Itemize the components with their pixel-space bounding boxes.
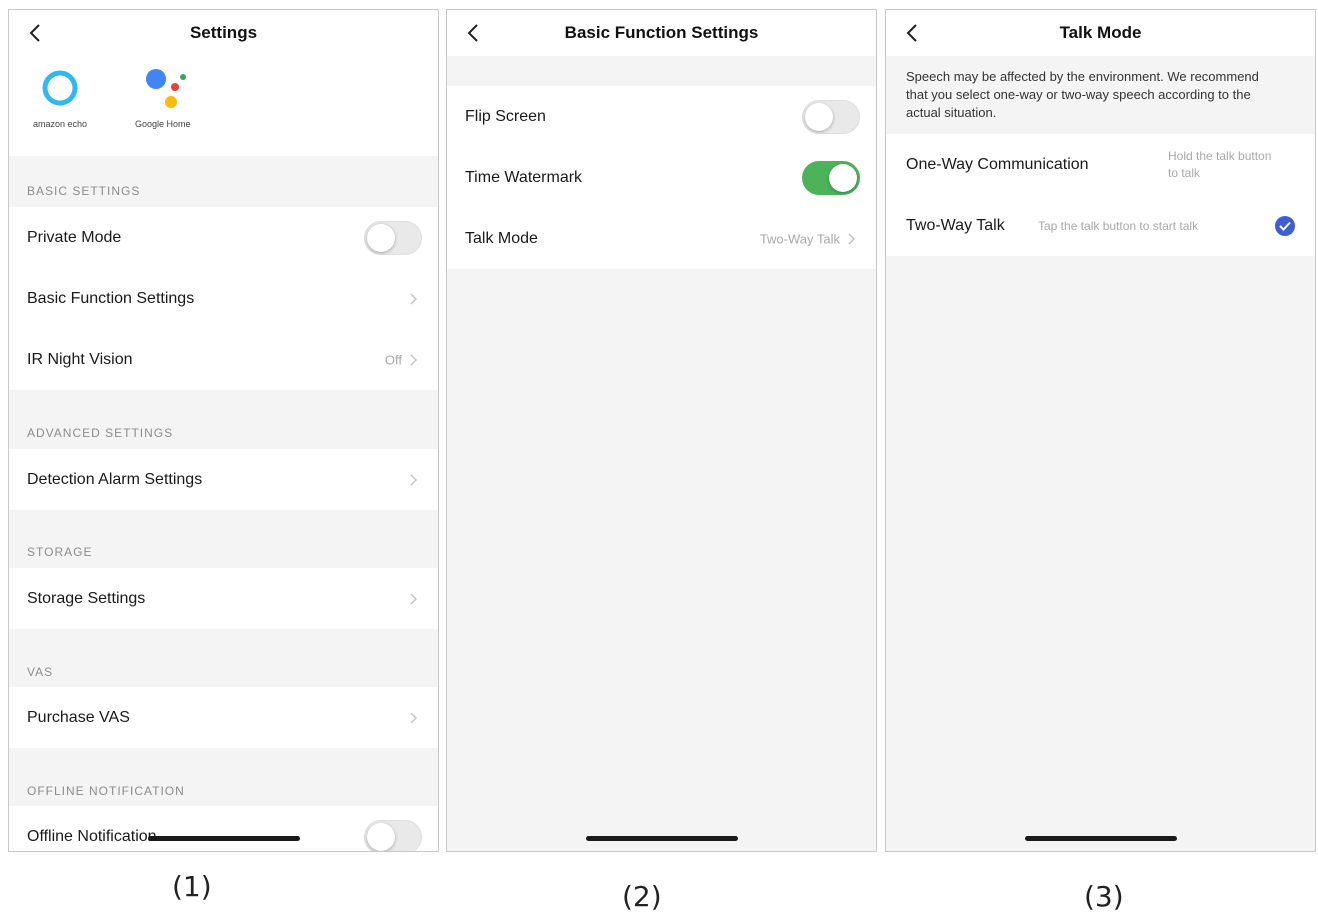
private-mode-label: Private Mode	[27, 228, 122, 246]
voice-assistant-logos: amazon echo Google Home	[9, 56, 438, 156]
basic-function-group: Flip Screen Time Watermark Talk Mode Two…	[447, 86, 876, 269]
private-mode-row: Private Mode	[9, 207, 438, 268]
toggle-knob	[805, 102, 833, 131]
section-advanced-settings: ADVANCED SETTINGS	[27, 426, 174, 440]
nav-bar: Talk Mode	[886, 10, 1315, 56]
two-way-hint: Tap the talk button to start talk	[1038, 218, 1199, 233]
section-storage: STORAGE	[27, 545, 93, 559]
ir-night-vision-label: IR Night Vision	[27, 350, 133, 368]
page-title: Basic Function Settings	[564, 23, 759, 42]
purchase-vas-row[interactable]: Purchase VAS	[9, 687, 438, 748]
checkmark-icon	[1275, 215, 1295, 236]
offline-notification-label: Offline Notification	[27, 827, 157, 845]
offline-notification-toggle[interactable]	[364, 819, 422, 851]
offline-notification-group: Offline Notification	[9, 806, 438, 851]
basic-function-settings-row[interactable]: Basic Function Settings	[9, 268, 438, 329]
talk-mode-value: Two-Way Talk	[759, 231, 840, 246]
section-basic-settings: BASIC SETTINGS	[27, 184, 141, 198]
time-watermark-label: Time Watermark	[465, 168, 583, 186]
toggle-knob	[829, 163, 857, 192]
page-title: Settings	[189, 23, 258, 42]
basic-function-settings-label: Basic Function Settings	[27, 289, 195, 307]
chevron-right-icon	[408, 711, 418, 725]
two-way-talk-label: Two-Way Talk	[906, 216, 1005, 234]
talk-mode-screen: Talk Mode Speech may be affected by the …	[885, 9, 1316, 852]
google-caption: Google Home	[135, 119, 191, 129]
talk-mode-options: One-Way Communication Hold the talk butt…	[886, 134, 1315, 256]
chevron-right-icon	[408, 592, 418, 606]
detection-alarm-settings-row[interactable]: Detection Alarm Settings	[9, 449, 438, 510]
storage-group: Storage Settings	[9, 568, 438, 629]
toggle-knob	[367, 223, 395, 252]
offline-notification-row: Offline Notification	[9, 806, 438, 851]
one-way-communication-option[interactable]: One-Way Communication Hold the talk butt…	[886, 134, 1315, 195]
talk-mode-notice: Speech may be affected by the environmen…	[906, 69, 1259, 120]
ir-night-vision-value: Off	[384, 352, 402, 367]
time-watermark-toggle[interactable]	[802, 160, 860, 195]
alexa-caption: amazon echo	[33, 119, 88, 129]
talk-mode-row[interactable]: Talk Mode Two-Way Talk	[447, 208, 876, 269]
alexa-logo[interactable]: amazon echo	[33, 66, 87, 129]
talk-mode-label: Talk Mode	[465, 229, 538, 247]
caption-1: (1)	[172, 870, 212, 903]
page-title: Talk Mode	[1059, 23, 1142, 42]
chevron-right-icon	[846, 232, 856, 246]
basic-settings-group: Private Mode Basic Function Settings IR …	[9, 207, 438, 390]
flip-screen-toggle[interactable]	[802, 99, 860, 134]
two-way-talk-option[interactable]: Two-Way Talk Tap the talk button to star…	[886, 195, 1315, 256]
nav-bar: Settings	[9, 10, 438, 56]
one-way-hint: Hold the talk button to talk	[1168, 149, 1272, 180]
toggle-knob	[367, 822, 395, 851]
one-way-communication-label: One-Way Communication	[906, 155, 1089, 173]
google-home-logo[interactable]: Google Home	[135, 66, 191, 129]
chevron-right-icon	[408, 353, 418, 367]
private-mode-toggle[interactable]	[364, 220, 422, 255]
settings-screen: Settings amazon echo Google Home BASIC S…	[8, 9, 439, 852]
time-watermark-row: Time Watermark	[447, 147, 876, 208]
caption-2: (2)	[622, 880, 662, 913]
advanced-settings-group: Detection Alarm Settings	[9, 449, 438, 510]
flip-screen-label: Flip Screen	[465, 107, 546, 125]
home-indicator[interactable]	[147, 836, 300, 841]
detection-alarm-settings-label: Detection Alarm Settings	[27, 470, 203, 488]
nav-bar: Basic Function Settings	[447, 10, 876, 56]
alexa-logo-icon	[42, 70, 78, 106]
section-offline-notification: OFFLINE NOTIFICATION	[27, 784, 185, 798]
home-indicator[interactable]	[1024, 836, 1177, 841]
purchase-vas-label: Purchase VAS	[27, 708, 130, 726]
flip-screen-row: Flip Screen	[447, 86, 876, 147]
google-assistant-logo-icon	[145, 69, 186, 108]
basic-function-settings-screen: Basic Function Settings Flip Screen Time…	[446, 9, 877, 852]
chevron-right-icon	[408, 473, 418, 487]
section-vas: VAS	[27, 665, 54, 679]
storage-settings-row[interactable]: Storage Settings	[9, 568, 438, 629]
ir-night-vision-row[interactable]: IR Night Vision Off	[9, 329, 438, 390]
caption-3: (3)	[1084, 880, 1124, 913]
home-indicator[interactable]	[585, 836, 738, 841]
chevron-right-icon	[408, 292, 418, 306]
storage-settings-label: Storage Settings	[27, 589, 146, 607]
vas-group: Purchase VAS	[9, 687, 438, 748]
